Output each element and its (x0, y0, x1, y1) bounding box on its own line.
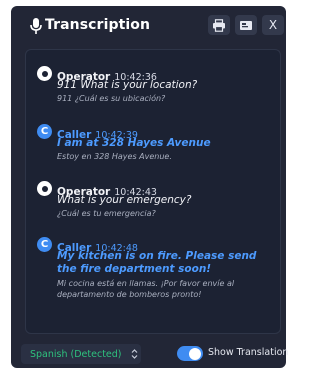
transcription-window: Transcription X Operator 10:42:36 911 Wh… (11, 6, 289, 368)
close-button[interactable]: X (262, 15, 284, 35)
window-header: Transcription X (11, 6, 286, 44)
show-translation-label: Show Translation (208, 347, 289, 358)
export-icon (240, 20, 252, 30)
chevron-up-down-icon (131, 349, 138, 359)
message-translation: ¿Cuál es tu emergencia? (57, 209, 156, 218)
print-button[interactable] (208, 15, 230, 35)
message-translation: 911 ¿Cuál es su ubicación? (57, 94, 166, 103)
caller-avatar-icon: C (37, 124, 52, 139)
message-text: 911 What is your location? (57, 79, 198, 91)
operator-avatar-icon (37, 66, 52, 81)
window-footer: Spanish (Detected) Show Translation (11, 342, 289, 366)
message-translation: Estoy en 328 Hayes Avenue. (57, 152, 172, 161)
microphone-icon (30, 18, 42, 34)
export-button[interactable] (235, 15, 257, 35)
language-select[interactable]: Spanish (Detected) (21, 344, 141, 364)
toggle-knob (189, 347, 201, 360)
window-title: Transcription (45, 17, 151, 33)
operator-avatar-icon (37, 181, 52, 196)
message-text: What is your emergency? (57, 194, 192, 206)
caller-avatar-icon: C (37, 237, 52, 252)
show-translation-toggle[interactable] (177, 346, 203, 361)
printer-icon (213, 18, 225, 32)
message-text: I am at 328 Hayes Avenue (57, 137, 211, 149)
close-icon: X (268, 18, 278, 32)
message-translation: Mi cocina está en llamas. ¡Por favor env… (57, 279, 235, 299)
message-text: My kitchen is on fire. Please send the f… (57, 250, 257, 275)
transcript-panel[interactable]: Operator 10:42:36 911 What is your locati… (25, 49, 281, 334)
language-select-label: Spanish (Detected) (30, 348, 122, 360)
